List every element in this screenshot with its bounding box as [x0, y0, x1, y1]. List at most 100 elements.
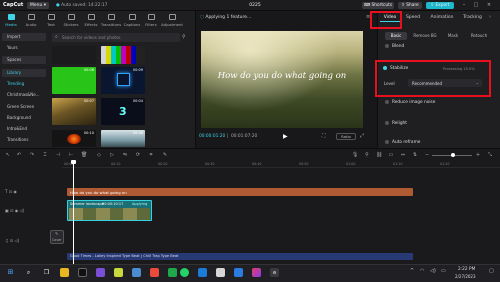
media-thumbnail[interactable]	[52, 46, 96, 64]
blend-toggle[interactable]	[385, 43, 389, 48]
auto-reframe-row[interactable]: Auto reframe	[385, 139, 499, 147]
tab-adjustment[interactable]: Adjustment	[160, 13, 184, 29]
word-icon[interactable]	[234, 268, 243, 277]
audio-track-controls[interactable]: ♫ ⊡ ◁)	[5, 238, 19, 243]
relight-toggle[interactable]	[385, 120, 389, 125]
subtab-basic[interactable]: Basic	[385, 32, 407, 40]
clock-date[interactable]: 2/27/2023	[455, 274, 476, 279]
search-input[interactable]: Search for videos and photos	[62, 35, 120, 40]
magnet-icon[interactable]: ⚲	[364, 152, 370, 158]
level-select[interactable]: Recommended ⌄	[408, 79, 482, 87]
filter-icon[interactable]: ⚲	[182, 34, 186, 40]
lock-icon[interactable]: ⊡	[10, 208, 13, 213]
export-button[interactable]: ⇧ Export	[426, 2, 454, 9]
capcut-taskbar-icon[interactable]	[78, 268, 87, 277]
delete-icon[interactable]: 🗑	[81, 152, 87, 158]
volume-icon[interactable]: ◁)	[430, 268, 436, 274]
sidebar-item-background[interactable]: Background	[2, 114, 46, 122]
settings-icon[interactable]: ⚙	[270, 268, 279, 277]
split-scene-icon[interactable]: ⇅	[412, 152, 418, 158]
task-view-icon[interactable]: ❐	[42, 268, 51, 277]
color-bars-thumbnail[interactable]	[101, 46, 145, 64]
lock-icon[interactable]: ⊡	[10, 238, 13, 243]
auto-reframe-toggle[interactable]	[385, 139, 389, 144]
fit-icon[interactable]: ⛶	[322, 133, 326, 139]
office-icon[interactable]	[150, 268, 159, 277]
preview-icon[interactable]: ▭	[388, 152, 394, 158]
tab-effects[interactable]: Effects	[82, 13, 100, 29]
share-button[interactable]: ⇪ Share	[398, 2, 422, 9]
chevron-right-icon[interactable]: ›	[489, 14, 491, 20]
sunset-field-thumbnail[interactable]: 00:07	[52, 98, 96, 125]
store-icon[interactable]	[132, 268, 141, 277]
link-icon[interactable]: ⛓	[376, 152, 382, 158]
tab-speed[interactable]: Speed	[402, 14, 424, 22]
text-track-controls[interactable]: T ⊡ ◉	[5, 189, 17, 194]
microphone-icon[interactable]: 🎙	[352, 152, 358, 158]
reduce-noise-toggle[interactable]	[385, 99, 389, 104]
crop-icon[interactable]: ⌗	[148, 152, 154, 158]
tray-chevron-icon[interactable]: ^	[410, 268, 414, 274]
playhead-handle[interactable]	[71, 160, 76, 164]
search-bar[interactable]: ⌕ Search for videos and photos	[52, 33, 180, 42]
tab-stickers[interactable]: Stickers	[62, 13, 80, 29]
whatsapp-icon[interactable]	[180, 268, 189, 277]
tab-media[interactable]: Media	[2, 13, 20, 29]
battery-icon[interactable]: ▭	[441, 268, 446, 274]
fire-thumbnail[interactable]: 00:10	[52, 130, 96, 147]
neon-frame-thumbnail[interactable]: 00:09	[101, 67, 145, 94]
eye-icon[interactable]: ◉	[13, 189, 17, 194]
zoom-in-icon[interactable]: +	[475, 152, 481, 158]
sidebar-item-library[interactable]: Library	[2, 69, 46, 77]
search-icon[interactable]: ⌕	[24, 268, 33, 277]
reduce-noise-row[interactable]: Reduce image noise	[385, 99, 499, 107]
sidebar-item-intro-end[interactable]: Intro&End	[2, 125, 46, 133]
neon-number-thumbnail[interactable]: 3 00:04	[101, 98, 145, 125]
fit-timeline-icon[interactable]: ⤡	[487, 152, 493, 158]
clock-time[interactable]: 2:22 PM	[458, 267, 475, 272]
tab-transitions[interactable]: Transitions	[100, 13, 122, 29]
subtab-retouch[interactable]: Retouch	[466, 32, 492, 40]
tab-captions[interactable]: Captions	[123, 13, 141, 29]
split-left-icon[interactable]: ⊣	[55, 152, 61, 158]
video-track-controls[interactable]: ▣ ⊡ ◉ ◁)	[5, 208, 24, 213]
ratio-button[interactable]: Ratio	[336, 133, 356, 140]
relight-row[interactable]: Relight	[385, 120, 499, 128]
sidebar-item-christmas[interactable]: Christmas&Ne...	[2, 91, 46, 99]
video-preview[interactable]: How do you do what going on	[201, 31, 363, 128]
minimize-icon[interactable]: –	[459, 1, 469, 10]
lock-icon[interactable]: ⊡	[9, 189, 12, 194]
redo-icon[interactable]: ↷	[29, 152, 35, 158]
wifi-icon[interactable]: ◠	[420, 268, 424, 274]
play-outline-icon[interactable]: ▷	[109, 152, 115, 158]
zoom-out-icon[interactable]: −	[424, 152, 430, 158]
tab-animation[interactable]: Animation	[427, 14, 457, 22]
time-ruler[interactable]	[62, 160, 500, 168]
chrome-canary-icon[interactable]	[114, 268, 123, 277]
notepad-icon[interactable]	[216, 268, 225, 277]
cover-button[interactable]: ✎ Cover	[50, 230, 64, 244]
subtab-remove-bg[interactable]: Remove BG	[410, 32, 440, 40]
shortcuts-button[interactable]: ⌨ Shortcuts	[362, 2, 394, 9]
tab-filters[interactable]: Filters	[142, 13, 160, 29]
zoom-slider-handle[interactable]	[451, 153, 455, 157]
teams-icon[interactable]	[96, 268, 105, 277]
select-tool-icon[interactable]: ↖	[5, 152, 11, 158]
play-icon[interactable]: ▶	[283, 133, 288, 140]
tab-tracking[interactable]: Tracking	[459, 14, 486, 22]
maximize-icon[interactable]: □	[471, 1, 481, 10]
stabilize-toggle[interactable]	[383, 65, 387, 70]
split-icon[interactable]: ⌶	[42, 152, 48, 158]
video-clip[interactable]: Summer landscape 00:00:10:17 Applying	[67, 200, 152, 221]
edge-icon[interactable]	[198, 268, 207, 277]
paint-icon[interactable]	[252, 268, 261, 277]
subtab-mask[interactable]: Mask	[443, 32, 463, 40]
mirror-icon[interactable]: ⇋	[122, 152, 128, 158]
fullscreen-icon[interactable]: ⤢	[360, 133, 364, 139]
notification-icon[interactable]: ▢	[489, 268, 494, 274]
volume-icon[interactable]: ◁)	[15, 238, 20, 243]
blend-row[interactable]: Blend	[385, 43, 499, 51]
text-clip[interactable]: How do you do what going on	[67, 188, 413, 196]
rotate-icon[interactable]: ⟳	[135, 152, 141, 158]
shield-icon[interactable]: ◇	[96, 152, 102, 158]
